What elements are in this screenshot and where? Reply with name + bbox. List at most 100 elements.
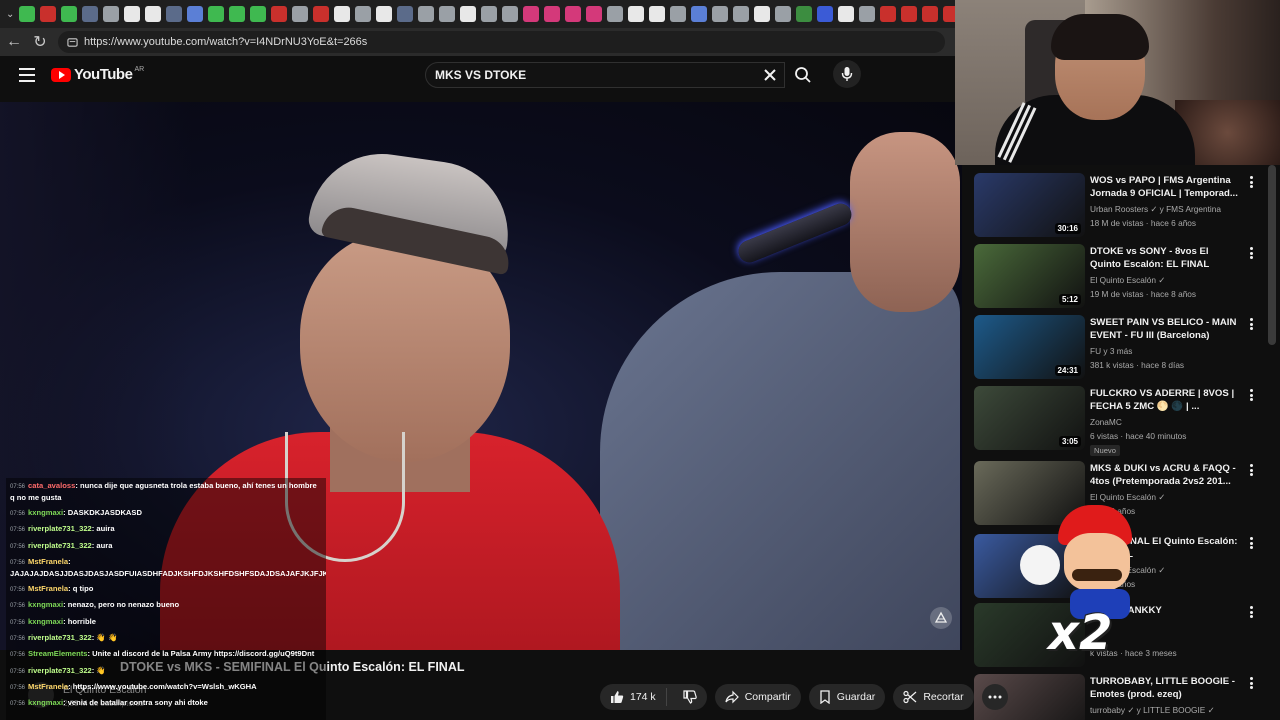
like-button[interactable]: 174 k <box>600 688 667 706</box>
tab-favicon-icon[interactable] <box>817 6 834 22</box>
tab-favicon-icon[interactable] <box>775 6 792 22</box>
tab-favicon-icon[interactable] <box>691 6 708 22</box>
tab-favicon-icon[interactable] <box>145 6 162 22</box>
menu-icon[interactable] <box>19 68 35 82</box>
youtube-logo[interactable]: YouTube AR <box>51 66 144 83</box>
tab-favicon-icon[interactable] <box>502 6 519 22</box>
tab-list-icon[interactable]: ⌄ <box>6 2 14 26</box>
video-thumbnail[interactable]: 30:16 <box>974 173 1085 237</box>
tab-favicon-icon[interactable] <box>19 6 36 22</box>
kebab-menu-icon[interactable] <box>1250 247 1254 259</box>
tab-favicon-icon[interactable] <box>754 6 771 22</box>
recommended-video-channel[interactable]: El Quinto Escalón ✓ <box>1090 492 1165 502</box>
chat-timestamp: 07:56 <box>10 603 26 610</box>
tab-favicon-icon[interactable] <box>481 6 498 22</box>
tab-favicon-icon[interactable] <box>166 6 183 22</box>
tab-favicon-icon[interactable] <box>355 6 372 22</box>
recommended-video[interactable]: 3:05 FULCKRO VS ADERRE | 8VOS | FECHA 5 Z… <box>974 378 1274 456</box>
tab-favicon-icon[interactable] <box>544 6 561 22</box>
kebab-menu-icon[interactable] <box>1250 537 1254 549</box>
more-actions-icon[interactable] <box>981 684 1008 710</box>
tab-favicon-icon[interactable] <box>523 6 540 22</box>
kebab-menu-icon[interactable] <box>1250 464 1254 476</box>
tab-favicon-icon[interactable] <box>628 6 645 22</box>
tab-favicon-icon[interactable] <box>418 6 435 22</box>
tab-favicon-icon[interactable] <box>649 6 666 22</box>
tab-favicon-icon[interactable] <box>82 6 99 22</box>
save-button[interactable]: Guardar <box>808 684 886 710</box>
video-scene-hand <box>850 132 960 312</box>
clear-search-icon[interactable] <box>760 65 780 85</box>
tab-favicon-icon[interactable] <box>187 6 204 22</box>
tab-favicon-icon[interactable] <box>733 6 750 22</box>
recommended-video-title[interactable]: SWEET PAIN VS BELICO - MAIN EVENT - FU I… <box>1090 316 1240 342</box>
chat-timestamp: 07:56 <box>10 587 26 594</box>
tab-favicon-icon[interactable] <box>796 6 813 22</box>
channel-watermark-icon[interactable] <box>930 607 952 629</box>
kebab-menu-icon[interactable] <box>1250 318 1254 330</box>
tab-favicon-icon[interactable] <box>292 6 309 22</box>
recommended-video-title[interactable]: TURROBABY, LITTLE BOOGIE - Emotes (prod.… <box>1090 675 1240 701</box>
chat-message: 07:56 riverplate731_322: 👋 👋 <box>10 633 322 645</box>
voice-search-icon[interactable] <box>833 60 861 88</box>
tab-favicon-icon[interactable] <box>859 6 876 22</box>
tab-favicon-icon[interactable] <box>61 6 78 22</box>
video-thumbnail[interactable]: 5:12 <box>974 244 1085 308</box>
recommended-video-title[interactable]: DTOKE vs SONY - 8vos El Quinto Escalón: … <box>1090 245 1240 271</box>
tab-favicon-icon[interactable] <box>670 6 687 22</box>
back-icon[interactable]: ← <box>2 30 26 54</box>
tab-favicon-icon[interactable] <box>40 6 57 22</box>
recommended-video-channel[interactable]: El Quinto Escalón ✓ <box>1090 275 1165 285</box>
recommended-video-channel[interactable]: turrobaby ✓ y LITTLE BOOGIE ✓ <box>1090 705 1215 715</box>
tab-favicon-icon[interactable] <box>712 6 729 22</box>
search-input[interactable]: MKS VS DTOKE <box>425 62 785 88</box>
tab-favicon-icon[interactable] <box>901 6 918 22</box>
recommended-video-channel[interactable]: FU y 3 más <box>1090 346 1132 356</box>
recommended-video-title[interactable]: FULCKRO VS ADERRE | 8VOS | FECHA 5 ZMC 🌕… <box>1090 387 1240 413</box>
tab-favicon-icon[interactable] <box>334 6 351 22</box>
sidebar-scrollbar[interactable] <box>1268 165 1276 345</box>
tab-favicon-icon[interactable] <box>271 6 288 22</box>
video-thumbnail[interactable]: 3:05 <box>974 386 1085 450</box>
address-bar[interactable]: https://www.youtube.com/watch?v=I4NDrNU3… <box>58 31 945 53</box>
recommended-video[interactable]: 30:16 WOS vs PAPO | FMS Argentina Jornada… <box>974 165 1274 237</box>
mario-glove <box>1020 545 1060 585</box>
kebab-menu-icon[interactable] <box>1250 389 1254 401</box>
reload-icon[interactable]: ↻ <box>28 30 52 54</box>
share-button[interactable]: Compartir <box>714 684 801 710</box>
kebab-menu-icon[interactable] <box>1250 677 1254 689</box>
tab-favicon-icon[interactable] <box>943 6 955 22</box>
tab-favicon-icon[interactable] <box>838 6 855 22</box>
search-icon[interactable] <box>786 62 819 88</box>
recommended-video-channel[interactable]: ZonaMC <box>1090 417 1122 427</box>
kebab-menu-icon[interactable] <box>1250 176 1254 188</box>
tab-favicon-icon[interactable] <box>607 6 624 22</box>
recommended-video-channel[interactable]: Urban Roosters ✓ y FMS Argentina <box>1090 204 1221 214</box>
thumbs-down-icon <box>683 690 697 704</box>
tab-favicon-icon[interactable] <box>229 6 246 22</box>
tab-favicon-icon[interactable] <box>376 6 393 22</box>
tab-favicon-icon[interactable] <box>208 6 225 22</box>
tab-favicon-icon[interactable] <box>397 6 414 22</box>
tab-favicon-icon[interactable] <box>124 6 141 22</box>
tab-favicon-icon[interactable] <box>880 6 897 22</box>
recommended-video-title[interactable]: WOS vs PAPO | FMS Argentina Jornada 9 OF… <box>1090 174 1240 200</box>
tab-favicon-icon[interactable] <box>313 6 330 22</box>
recommended-video[interactable]: 24:31 SWEET PAIN VS BELICO - MAIN EVENT -… <box>974 307 1274 379</box>
dislike-button[interactable] <box>673 690 707 704</box>
site-info-icon[interactable] <box>66 36 78 48</box>
tab-favicon-icon[interactable] <box>103 6 120 22</box>
recommended-video[interactable]: 5:12 DTOKE vs SONY - 8vos El Quinto Escal… <box>974 236 1274 308</box>
tab-favicon-icon[interactable] <box>439 6 456 22</box>
clip-button[interactable]: Recortar <box>893 684 974 710</box>
tab-favicon-icon[interactable] <box>250 6 267 22</box>
tab-favicon-icon[interactable] <box>565 6 582 22</box>
recommended-video[interactable]: TURROBABY, LITTLE BOOGIE - Emotes (prod.… <box>974 666 1274 720</box>
video-thumbnail[interactable]: 24:31 <box>974 315 1085 379</box>
tab-favicon-icon[interactable] <box>922 6 939 22</box>
chat-message: 07:56 StreamElements: Unite al discord de… <box>10 649 322 661</box>
kebab-menu-icon[interactable] <box>1250 606 1254 618</box>
tab-favicon-icon[interactable] <box>586 6 603 22</box>
tab-favicon-icon[interactable] <box>460 6 477 22</box>
recommended-video-title[interactable]: MKS & DUKI vs ACRU & FAQQ - 4tos (Pretem… <box>1090 462 1240 488</box>
